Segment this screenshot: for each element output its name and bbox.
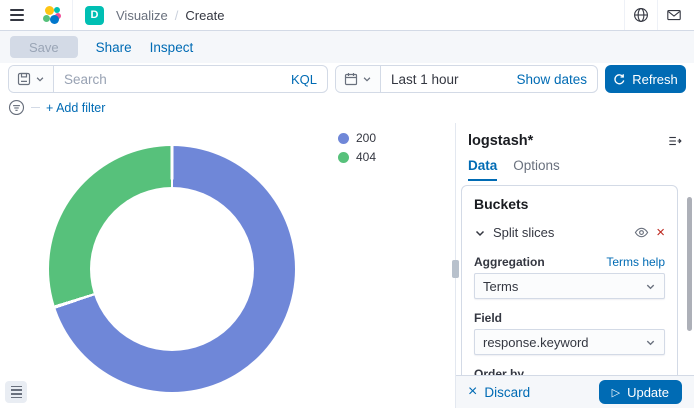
panel-resize-handle[interactable]	[452, 260, 459, 278]
aggregation-field-group: Aggregation Terms help Terms	[474, 255, 665, 299]
chevron-down-icon	[474, 227, 486, 239]
legend-swatch	[338, 133, 349, 144]
breadcrumb: Visualize / Create	[116, 8, 224, 23]
save-button[interactable]: Save	[10, 36, 78, 58]
inspect-button[interactable]: Inspect	[150, 40, 194, 55]
save-query-icon	[17, 72, 31, 86]
time-picker: Last 1 hour Show dates	[335, 65, 598, 93]
discard-label: Discard	[484, 385, 530, 400]
tab-data[interactable]: Data	[468, 158, 497, 181]
legend-label: 404	[356, 150, 376, 164]
editor-tabs: Data Options	[468, 158, 682, 181]
buckets-card: Buckets Split slices ×	[461, 185, 678, 375]
chevron-down-icon	[645, 337, 656, 348]
donut-hole	[90, 187, 254, 351]
legend-toggle-button[interactable]	[5, 381, 27, 403]
order-by-label: Order by	[474, 367, 524, 375]
update-label: Update	[627, 385, 669, 400]
chevron-down-icon	[645, 281, 656, 292]
time-range-value[interactable]: Last 1 hour	[381, 72, 506, 87]
chart-area: 200 404	[0, 123, 455, 408]
toggle-visibility-eye-icon[interactable]	[634, 225, 649, 240]
order-by-field-group: Order by Metric: Count	[474, 367, 665, 375]
filter-icon[interactable]	[8, 99, 25, 116]
header-bar: D Visualize / Create	[0, 0, 694, 31]
saved-query-menu-button[interactable]	[9, 66, 54, 92]
kibana-app: D Visualize / Create Save Share Inspect	[0, 0, 694, 408]
panel-scrollbar[interactable]	[687, 197, 692, 331]
query-language-button[interactable]: KQL	[281, 72, 327, 87]
collapse-panel-icon[interactable]	[668, 134, 682, 148]
legend-item-200[interactable]: 200	[338, 131, 376, 145]
editor-panel-head: logstash* Data Options	[456, 123, 694, 181]
space-badge[interactable]: D	[85, 6, 104, 25]
search-box: KQL	[8, 65, 328, 93]
split-slices-accordion[interactable]: Split slices ×	[474, 225, 665, 240]
elastic-logo-icon[interactable]	[42, 5, 62, 25]
terms-help-link[interactable]: Terms help	[606, 255, 665, 269]
main-content: 200 404 logstash*	[0, 123, 694, 408]
update-button[interactable]: ▷ Update	[599, 380, 682, 404]
split-slices-label: Split slices	[493, 225, 627, 240]
filter-bar: + Add filter	[0, 95, 694, 123]
refresh-button[interactable]: Refresh	[605, 65, 686, 93]
refresh-label: Refresh	[632, 72, 678, 87]
close-icon: ×	[468, 384, 477, 400]
legend-swatch	[338, 152, 349, 163]
visualization-editor-panel: logstash* Data Options	[455, 123, 694, 408]
aggregation-label: Aggregation	[474, 255, 545, 269]
filter-divider	[31, 107, 40, 108]
editor-footer: × Discard ▷ Update	[456, 375, 694, 408]
show-dates-button[interactable]: Show dates	[506, 72, 597, 87]
breadcrumb-visualize[interactable]: Visualize	[116, 8, 168, 23]
field-field-group: Field response.keyword	[474, 311, 665, 355]
mail-icon[interactable]	[658, 0, 684, 30]
chevron-down-icon	[35, 74, 45, 84]
chevron-down-icon	[362, 74, 372, 84]
remove-bucket-icon[interactable]: ×	[656, 225, 665, 240]
editor-scroll-area: Buckets Split slices ×	[456, 181, 694, 375]
buckets-heading: Buckets	[474, 196, 665, 212]
legend-item-404[interactable]: 404	[338, 150, 376, 164]
breadcrumb-separator: /	[175, 8, 179, 23]
aggregation-select[interactable]: Terms	[474, 273, 665, 299]
legend-label: 200	[356, 131, 376, 145]
field-label: Field	[474, 311, 502, 325]
field-select[interactable]: response.keyword	[474, 329, 665, 355]
play-icon: ▷	[612, 386, 620, 399]
header-divider	[72, 0, 73, 30]
donut-chart[interactable]	[49, 146, 295, 392]
share-button[interactable]: Share	[96, 40, 132, 55]
chart-legend: 200 404	[338, 131, 376, 164]
calendar-icon	[344, 72, 358, 86]
toolbar: Save Share Inspect	[0, 31, 694, 63]
menu-icon[interactable]	[10, 0, 32, 30]
index-pattern-title: logstash*	[468, 133, 533, 149]
refresh-icon	[613, 73, 626, 86]
tab-options[interactable]: Options	[513, 158, 560, 181]
globe-icon[interactable]	[625, 0, 657, 30]
search-input[interactable]	[54, 72, 281, 87]
add-filter-button[interactable]: + Add filter	[46, 101, 105, 115]
discard-button[interactable]: × Discard	[468, 384, 530, 400]
breadcrumb-create: Create	[185, 8, 224, 23]
query-bar: KQL Last 1 hour Show dates Refresh	[0, 63, 694, 95]
date-quick-menu-button[interactable]	[336, 66, 381, 92]
hamburger-icon	[10, 9, 24, 21]
